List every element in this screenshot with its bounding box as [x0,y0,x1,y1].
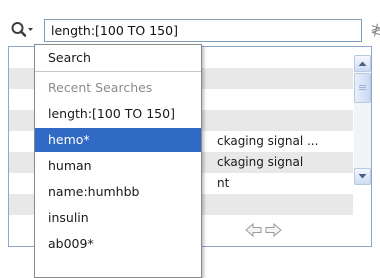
recent-search-item[interactable]: human [35,154,201,178]
search-menu-button[interactable] [10,20,44,42]
menu-item-search[interactable]: Search [35,46,201,70]
search-icon [11,22,33,37]
recent-search-item[interactable]: name:humhbb [35,180,201,204]
menu-separator [35,71,201,72]
search-dropdown-menu: Search Recent Searches length:[100 TO 15… [34,44,202,278]
clear-button[interactable]: ≹ [368,21,380,41]
search-widget: ckaging signal ... ckaging signal nt len… [0,0,380,278]
search-bar: length:[100 TO 150] ≹ [10,18,380,43]
caret-down-icon [28,28,33,31]
back-arrow-icon [245,222,262,238]
scroll-down-button[interactable] [354,168,371,185]
recent-searches-header: Recent Searches [48,80,153,95]
vertical-scrollbar[interactable] [354,55,371,185]
back-button[interactable] [245,222,263,238]
recent-search-item[interactable]: length:[100 TO 150] [35,102,201,126]
forward-button[interactable] [264,222,282,238]
clear-icon: ≹ [370,23,380,38]
forward-arrow-icon [265,222,282,238]
scroll-thumb[interactable] [354,73,371,103]
scroll-up-button[interactable] [354,55,371,72]
recent-search-item[interactable]: insulin [35,206,201,230]
recent-search-item[interactable]: ab009* [35,232,201,256]
search-input[interactable]: length:[100 TO 150] [44,19,362,42]
scroll-up-icon [358,61,367,66]
scroll-down-icon [358,174,367,179]
recent-search-item[interactable]: hemo* [35,128,201,152]
